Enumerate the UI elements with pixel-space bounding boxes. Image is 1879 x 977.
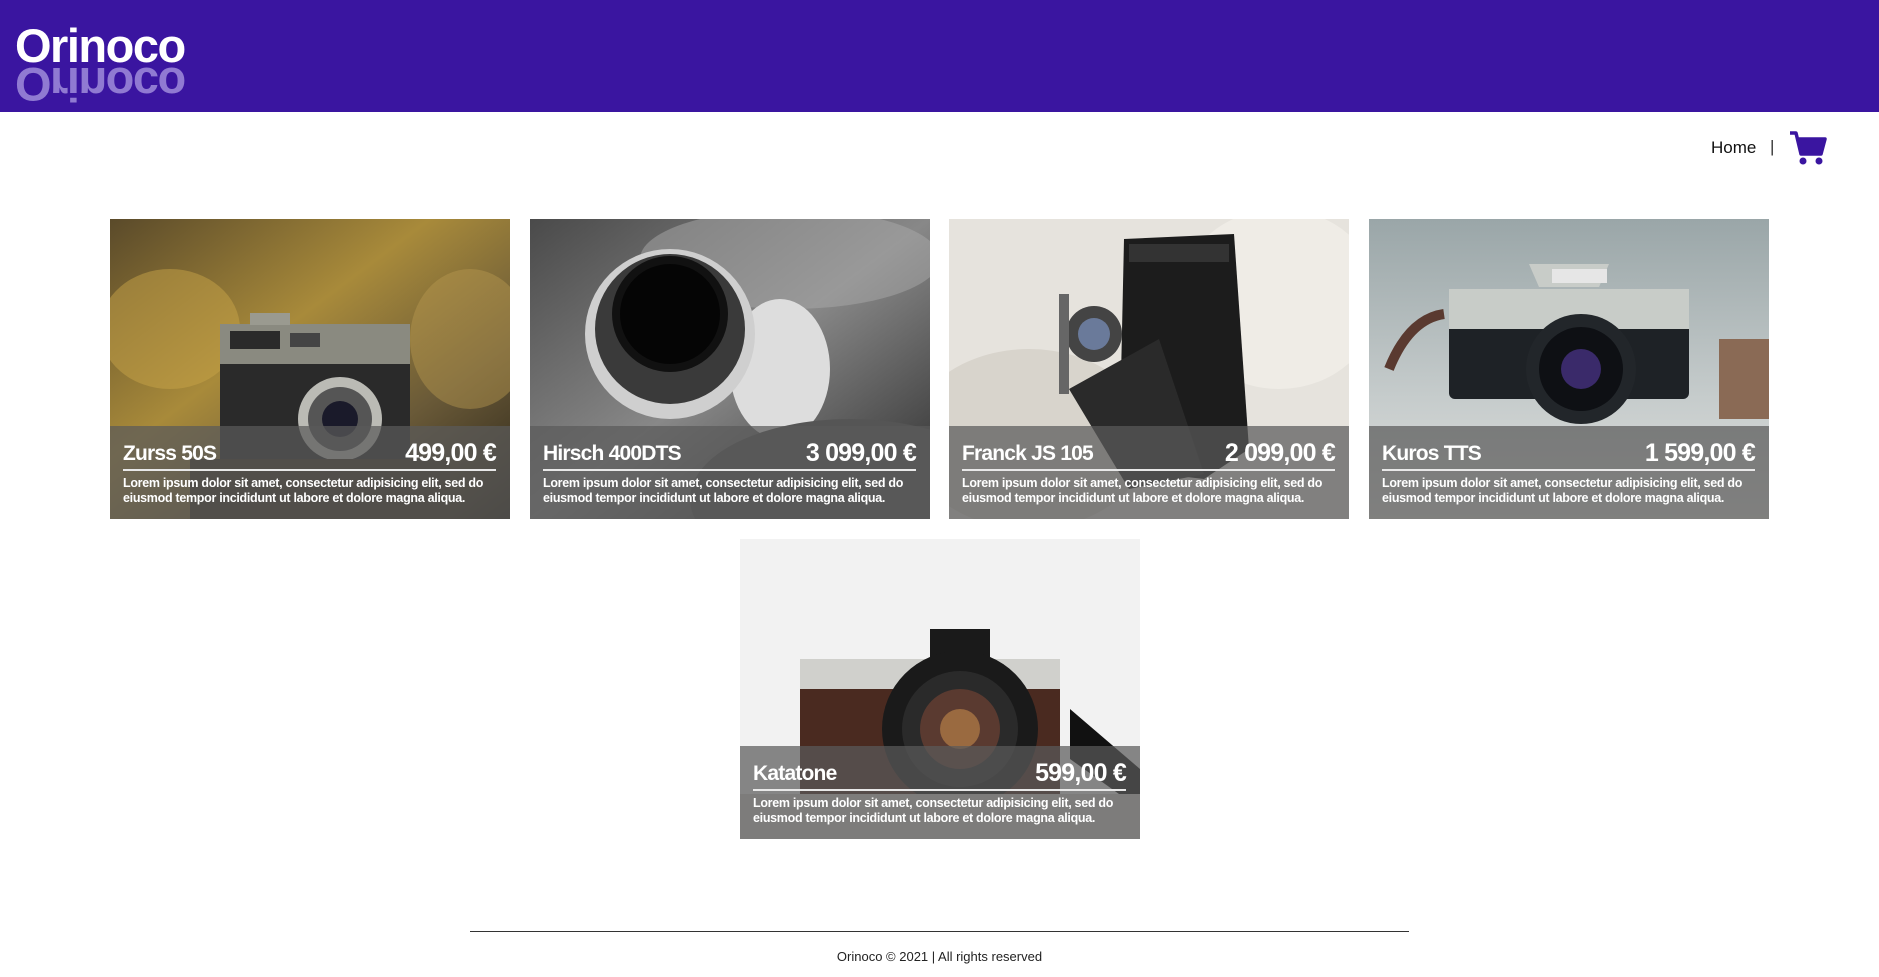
product-price: 1 599,00 €: [1644, 439, 1756, 467]
product-card[interactable]: Hirsch 400DTS 3 099,00 € Lorem ipsum dol…: [530, 219, 930, 519]
product-overlay: Hirsch 400DTS 3 099,00 € Lorem ipsum dol…: [530, 426, 930, 519]
product-name: Franck JS 105: [962, 442, 1094, 465]
product-price: 3 099,00 €: [805, 439, 917, 467]
product-description: Lorem ipsum dolor sit amet, consectetur …: [123, 476, 484, 505]
nav-separator: |: [1770, 137, 1775, 156]
footer-divider: [470, 931, 1409, 932]
product-price: 499,00 €: [405, 439, 497, 467]
shopping-cart-icon[interactable]: [1789, 130, 1827, 166]
divider: [123, 469, 496, 471]
product-name: Katatone: [753, 762, 837, 785]
product-overlay: Franck JS 105 2 099,00 € Lorem ipsum dol…: [949, 426, 1349, 519]
product-card[interactable]: Kuros TTS 1 599,00 € Lorem ipsum dolor s…: [1369, 219, 1769, 519]
product-price: 599,00 €: [1035, 759, 1127, 787]
product-name: Hirsch 400DTS: [543, 442, 682, 465]
product-description: Lorem ipsum dolor sit amet, consectetur …: [1382, 476, 1743, 505]
divider: [753, 789, 1126, 791]
logo-reflection: Orinoco: [15, 58, 185, 111]
product-name: Zurss 50S: [123, 442, 217, 465]
divider: [1382, 469, 1755, 471]
product-card[interactable]: Zurss 50S 499,00 € Lorem ipsum dolor sit…: [110, 219, 510, 519]
divider: [543, 469, 916, 471]
product-overlay: Kuros TTS 1 599,00 € Lorem ipsum dolor s…: [1369, 426, 1769, 519]
product-description: Lorem ipsum dolor sit amet, consectetur …: [962, 476, 1323, 505]
product-description: Lorem ipsum dolor sit amet, consectetur …: [753, 796, 1114, 825]
footer-copyright: Orinoco © 2021 | All rights reserved: [836, 949, 1043, 964]
top-banner: Orinoco Orinoco: [0, 0, 1879, 112]
product-description: Lorem ipsum dolor sit amet, consectetur …: [543, 476, 904, 505]
divider: [962, 469, 1335, 471]
nav-home-link[interactable]: Home: [1711, 138, 1756, 158]
navigation-bar: Home |: [0, 112, 1879, 182]
product-card[interactable]: Franck JS 105 2 099,00 € Lorem ipsum dol…: [949, 219, 1349, 519]
product-overlay: Katatone 599,00 € Lorem ipsum dolor sit …: [740, 746, 1140, 839]
product-overlay: Zurss 50S 499,00 € Lorem ipsum dolor sit…: [110, 426, 510, 519]
product-card[interactable]: Katatone 599,00 € Lorem ipsum dolor sit …: [740, 539, 1140, 839]
product-name: Kuros TTS: [1382, 442, 1482, 465]
logo[interactable]: Orinoco Orinoco: [15, 18, 215, 111]
product-price: 2 099,00 €: [1224, 439, 1336, 467]
